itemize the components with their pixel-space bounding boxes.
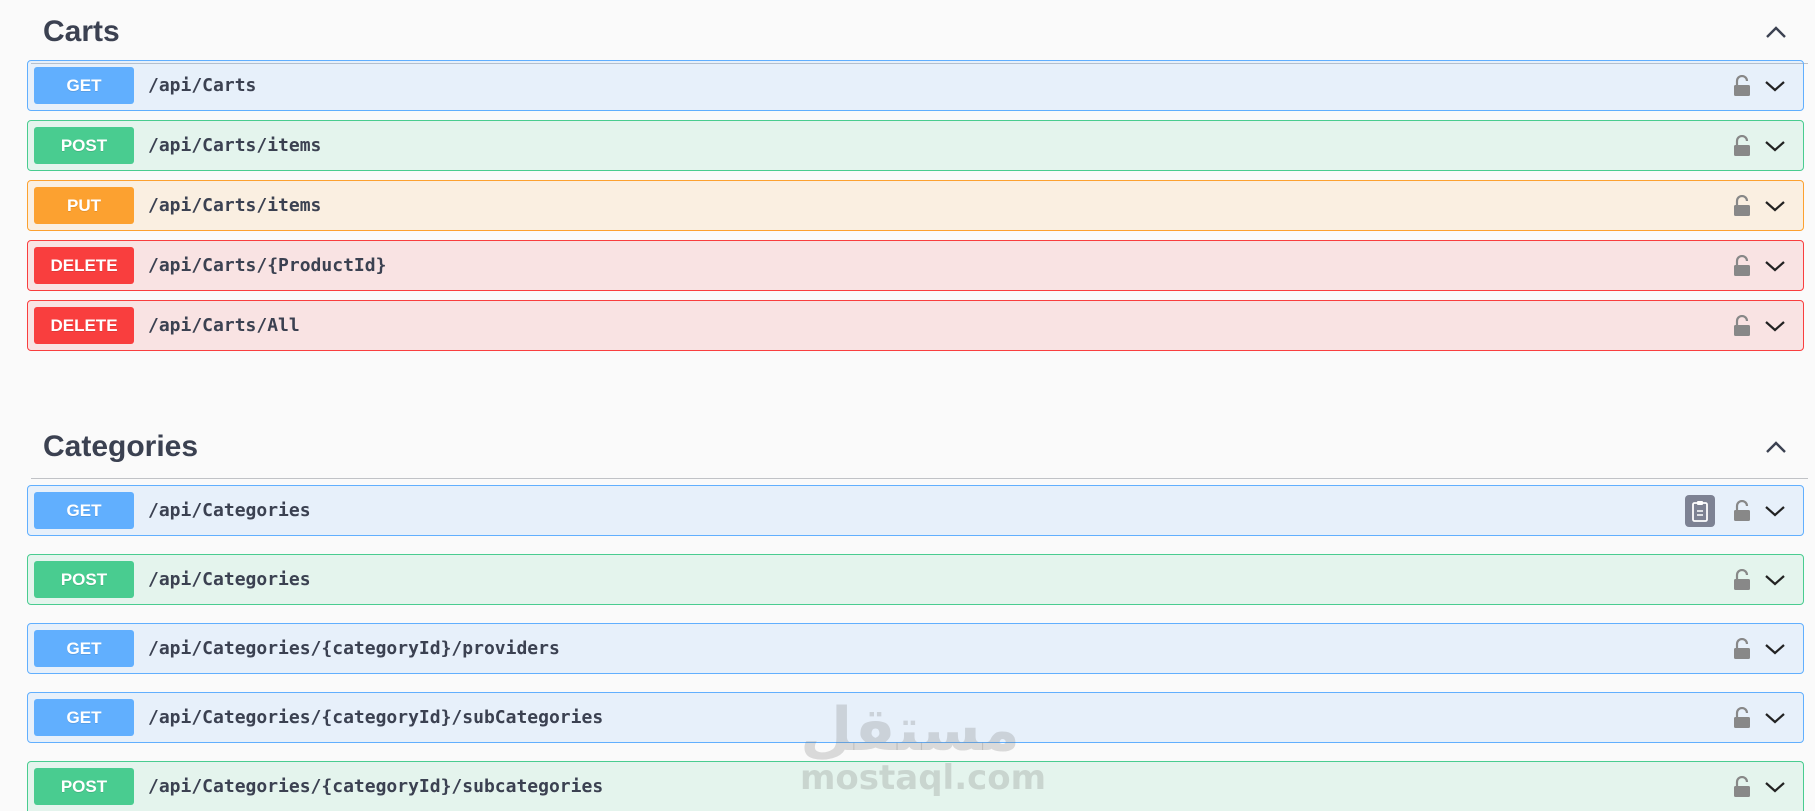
chevron-up-icon xyxy=(1766,440,1786,453)
chevron-down-icon[interactable] xyxy=(1761,252,1789,280)
operation-get-carts[interactable]: GET /api/Carts xyxy=(27,60,1804,111)
method-badge: GET xyxy=(34,699,134,736)
operation-path: /api/Categories/{categoryId}/subcategori… xyxy=(148,776,604,797)
lock-icon[interactable] xyxy=(1731,193,1753,219)
operation-path: /api/Carts/All xyxy=(148,315,300,336)
method-badge: DELETE xyxy=(34,307,134,344)
operation-delete-carts-all[interactable]: DELETE /api/Carts/All xyxy=(27,300,1804,351)
operation-path: /api/Categories/{categoryId}/subCategori… xyxy=(148,707,604,728)
chevron-down-icon[interactable] xyxy=(1761,132,1789,160)
section-title: Carts xyxy=(43,14,120,48)
operation-path: /api/Categories xyxy=(148,500,311,521)
chevron-down-icon[interactable] xyxy=(1761,192,1789,220)
operation-path: /api/Carts xyxy=(148,75,257,96)
method-badge: DELETE xyxy=(34,247,134,284)
lock-icon[interactable] xyxy=(1731,774,1753,800)
operation-delete-carts-product[interactable]: DELETE /api/Carts/{ProductId} xyxy=(27,240,1804,291)
chevron-down-icon[interactable] xyxy=(1761,773,1789,801)
tag-section-carts: Carts xyxy=(31,0,1808,64)
section-header-categories[interactable]: Categories xyxy=(31,415,1808,479)
chevron-down-icon[interactable] xyxy=(1761,704,1789,732)
operation-put-carts-items[interactable]: PUT /api/Carts/items xyxy=(27,180,1804,231)
method-badge: POST xyxy=(34,768,134,805)
lock-icon[interactable] xyxy=(1731,133,1753,159)
method-badge: GET xyxy=(34,630,134,667)
chevron-down-icon[interactable] xyxy=(1761,72,1789,100)
method-badge: PUT xyxy=(34,187,134,224)
operation-get-category-subcategories[interactable]: GET /api/Categories/{categoryId}/subCate… xyxy=(27,692,1804,743)
lock-icon[interactable] xyxy=(1731,636,1753,662)
section-title: Categories xyxy=(43,429,199,463)
operation-path: /api/Categories/{categoryId}/providers xyxy=(148,638,560,659)
operation-path: /api/Carts/{ProductId} xyxy=(148,255,387,276)
chevron-up-icon xyxy=(1766,25,1786,38)
lock-icon[interactable] xyxy=(1731,705,1753,731)
chevron-down-icon[interactable] xyxy=(1761,566,1789,594)
method-badge: GET xyxy=(34,67,134,104)
lock-icon[interactable] xyxy=(1731,253,1753,279)
operation-post-carts-items[interactable]: POST /api/Carts/items xyxy=(27,120,1804,171)
method-badge: GET xyxy=(34,492,134,529)
operation-path: /api/Carts/items xyxy=(148,195,322,216)
lock-icon[interactable] xyxy=(1731,498,1753,524)
tag-section-categories: Categories xyxy=(31,415,1808,479)
operation-path: /api/Categories xyxy=(148,569,311,590)
chevron-down-icon[interactable] xyxy=(1761,635,1789,663)
copy-to-clipboard-button[interactable] xyxy=(1685,494,1715,527)
collapse-button[interactable] xyxy=(1756,427,1796,467)
operation-path: /api/Carts/items xyxy=(148,135,322,156)
chevron-down-icon[interactable] xyxy=(1761,497,1789,525)
section-header-carts[interactable]: Carts xyxy=(31,0,1808,64)
lock-icon[interactable] xyxy=(1731,73,1753,99)
operation-get-categories[interactable]: GET /api/Categories xyxy=(27,485,1804,536)
operation-get-category-providers[interactable]: GET /api/Categories/{categoryId}/provide… xyxy=(27,623,1804,674)
method-badge: POST xyxy=(34,127,134,164)
collapse-button[interactable] xyxy=(1756,12,1796,52)
lock-icon[interactable] xyxy=(1731,313,1753,339)
lock-icon[interactable] xyxy=(1731,567,1753,593)
clipboard-copy-icon xyxy=(1692,500,1708,522)
method-badge: POST xyxy=(34,561,134,598)
operation-post-category-subcategories[interactable]: POST /api/Categories/{categoryId}/subcat… xyxy=(27,761,1804,811)
operation-post-categories[interactable]: POST /api/Categories xyxy=(27,554,1804,605)
chevron-down-icon[interactable] xyxy=(1761,312,1789,340)
